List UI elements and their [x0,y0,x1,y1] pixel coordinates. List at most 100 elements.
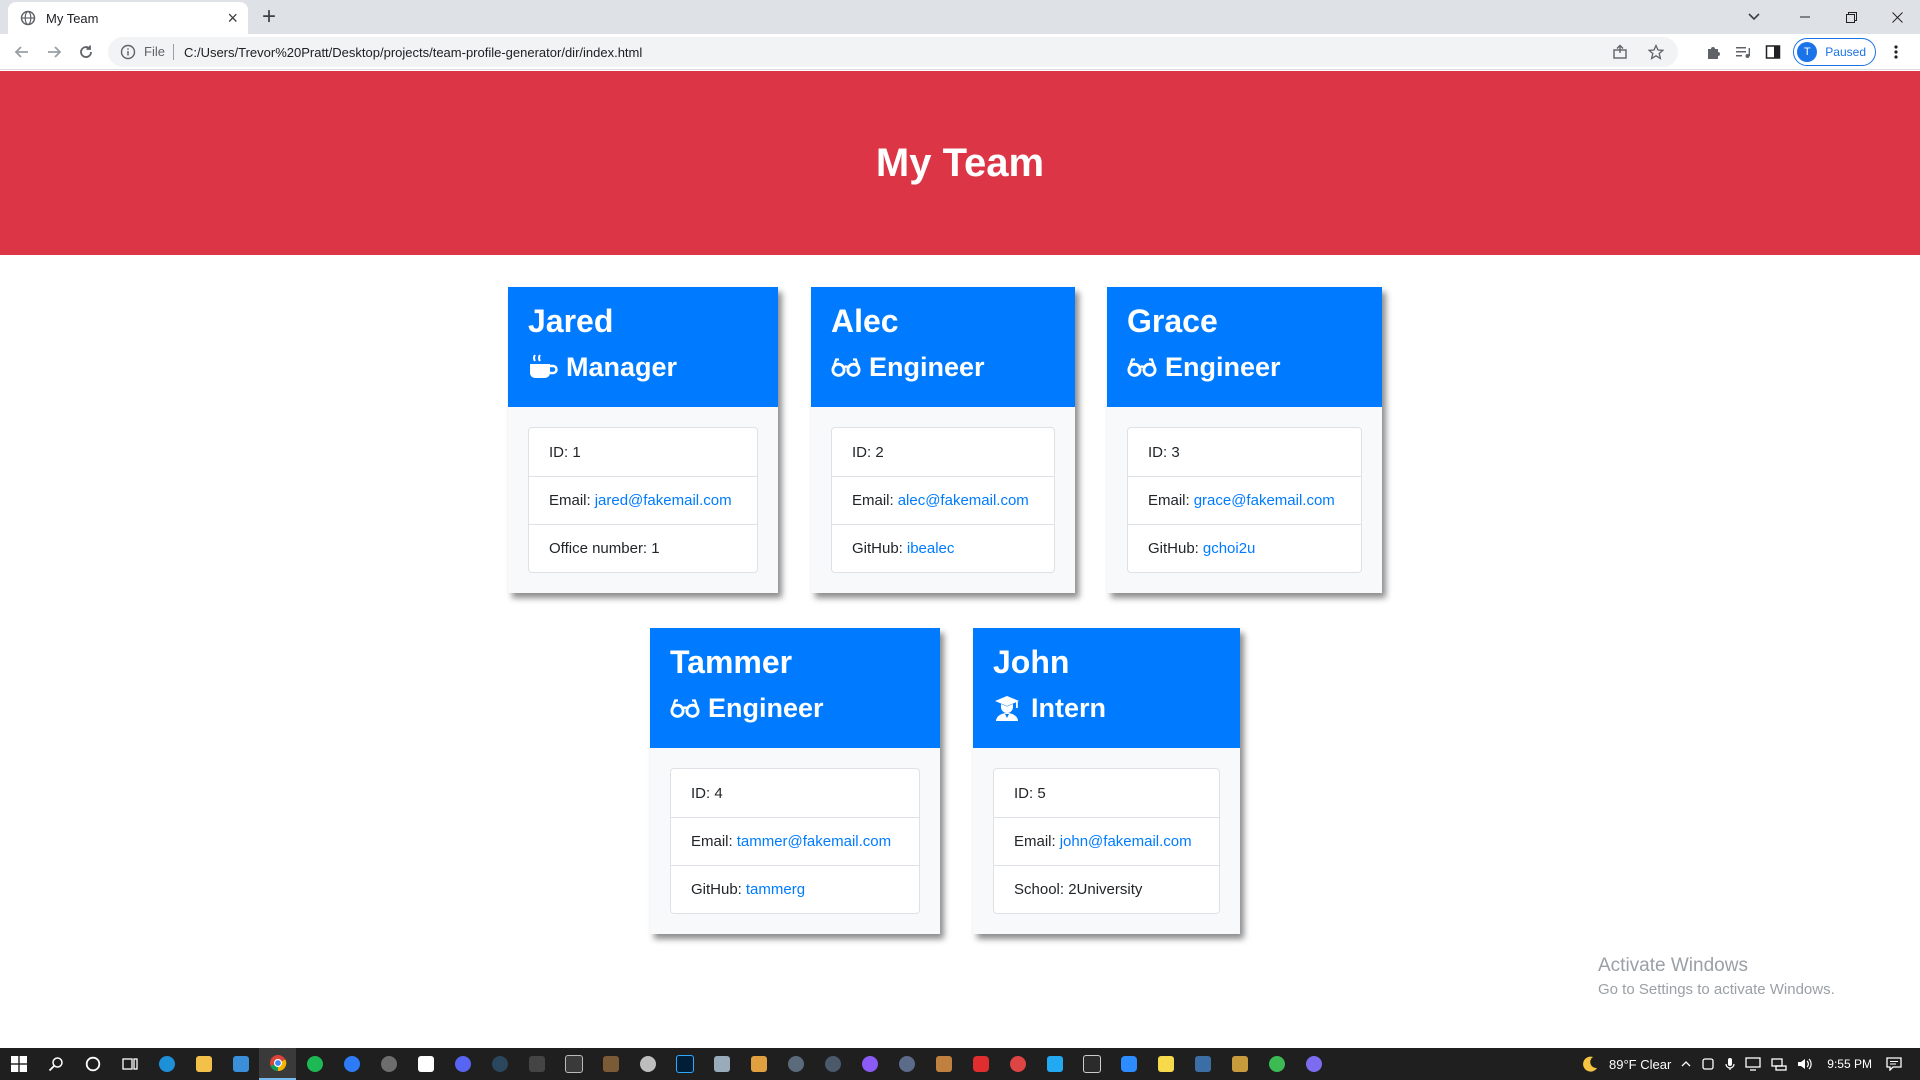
school-row: School: 2University [994,865,1219,913]
close-window-icon[interactable] [1874,0,1920,34]
member-role: Engineer [831,349,1055,385]
app-icon[interactable] [370,1048,407,1080]
extensions-puzzle-icon[interactable] [1703,42,1723,62]
photoshop-icon[interactable] [666,1048,703,1080]
terminal-icon[interactable] [1073,1048,1110,1080]
app-icon[interactable] [777,1048,814,1080]
github-link[interactable]: ibealec [907,540,955,557]
weather-moon-icon[interactable] [1581,1055,1599,1073]
role-label: Engineer [708,693,824,723]
email-row: Email: tammer@fakemail.com [671,817,919,865]
windows-start-icon[interactable] [0,1048,37,1080]
more-menu-icon[interactable] [1886,42,1906,62]
reload-icon[interactable] [74,40,98,64]
new-tab-button[interactable]: + [262,3,276,31]
edge-icon[interactable] [148,1048,185,1080]
app-icon[interactable] [1221,1048,1258,1080]
tray-app-icon[interactable] [1701,1057,1715,1071]
app-icon[interactable] [1295,1048,1332,1080]
chrome-icon[interactable] [259,1048,296,1080]
team-card-alec: Alec Engineer ID: 2 Email: alec@fakemail… [811,287,1075,593]
share-icon[interactable] [1610,42,1630,62]
team-card-john: John Intern ID: 5 Email: john@fakemail.c… [973,628,1240,934]
notifications-icon[interactable] [1886,1057,1902,1071]
email-link[interactable]: alec@fakemail.com [898,492,1029,509]
browser-tab[interactable]: My Team × [8,2,248,34]
address-bar[interactable]: File C:/Users/Trevor%20Pratt/Desktop/pro… [108,37,1678,67]
github-link[interactable]: gchoi2u [1203,540,1256,557]
page-header: My Team [0,71,1920,255]
media-player-icon[interactable] [333,1048,370,1080]
app-icon[interactable] [888,1048,925,1080]
email-label: Email: [691,833,733,850]
forward-arrow-icon[interactable] [42,40,66,64]
role-label: Engineer [869,352,985,382]
display-icon[interactable] [1745,1057,1761,1071]
card-header: Grace Engineer [1107,287,1382,407]
media-queue-icon[interactable] [1733,42,1753,62]
app-icon[interactable] [407,1048,444,1080]
card-body: ID: 5 Email: john@fakemail.com School: 2… [973,748,1240,934]
network-icon[interactable] [1771,1057,1787,1071]
app-icon[interactable] [703,1048,740,1080]
weather-text[interactable]: 89°F Clear [1609,1057,1671,1072]
app-icon[interactable] [851,1048,888,1080]
clock-time[interactable]: 9:55 PM [1827,1057,1872,1071]
restore-icon[interactable] [1828,0,1874,34]
task-view-icon[interactable] [111,1048,148,1080]
app-icon[interactable] [814,1048,851,1080]
close-tab-icon[interactable]: × [227,9,238,27]
system-tray: 89°F Clear 9:55 PM [1581,1048,1920,1080]
tab-title: My Team [46,10,99,26]
side-panel-icon[interactable] [1763,42,1783,62]
vscode-icon[interactable] [1036,1048,1073,1080]
store-icon[interactable] [222,1048,259,1080]
role-label: Manager [566,352,678,382]
email-link[interactable]: grace@fakemail.com [1194,492,1335,509]
email-row: Email: grace@fakemail.com [1128,476,1361,524]
profile-button[interactable]: T Paused [1793,38,1876,66]
sticky-notes-icon[interactable] [1147,1048,1184,1080]
team-card-tammer: Tammer Engineer ID: 4 Email: tammer@fake… [650,628,940,934]
back-arrow-icon[interactable] [10,40,34,64]
discord-icon[interactable] [444,1048,481,1080]
calculator-icon[interactable] [555,1048,592,1080]
app-icon[interactable] [740,1048,777,1080]
microphone-icon[interactable] [1725,1057,1735,1071]
volume-icon[interactable] [1797,1057,1813,1071]
github-label: GitHub: [691,881,742,898]
cortana-icon[interactable] [74,1048,111,1080]
app-icon[interactable] [999,1048,1036,1080]
url-text[interactable]: C:/Users/Trevor%20Pratt/Desktop/projects… [184,45,1610,60]
minecraft-icon[interactable] [592,1048,629,1080]
app-icon[interactable] [925,1048,962,1080]
role-label: Engineer [1165,352,1281,382]
search-icon[interactable] [37,1048,74,1080]
show-hidden-icons-chevron-icon[interactable] [1681,1061,1691,1067]
team-card-jared: Jared Manager ID: 1 Email: jared@fakemai… [508,287,778,593]
spotify-icon[interactable] [296,1048,333,1080]
app-icon[interactable] [1184,1048,1221,1080]
minimize-icon[interactable] [1782,0,1828,34]
app-icon[interactable] [518,1048,555,1080]
profile-status: Paused [1825,45,1866,59]
zoom-icon[interactable] [1110,1048,1147,1080]
site-info-icon[interactable] [120,44,136,60]
github-link[interactable]: tammerg [746,881,805,898]
steam-icon[interactable] [481,1048,518,1080]
email-link[interactable]: jared@fakemail.com [595,492,732,509]
glasses-icon [670,694,700,722]
file-explorer-icon[interactable] [185,1048,222,1080]
url-scheme-label: File [144,44,174,60]
email-label: Email: [1148,492,1190,509]
info-list: ID: 4 Email: tammer@fakemail.com GitHub:… [670,768,920,914]
email-link[interactable]: john@fakemail.com [1060,833,1192,850]
app-icon[interactable] [1258,1048,1295,1080]
email-link[interactable]: tammer@fakemail.com [737,833,891,850]
team-card-grace: Grace Engineer ID: 3 Email: grace@fakema… [1107,287,1382,593]
card-header: John Intern [973,628,1240,748]
tab-search-chevron-icon[interactable] [1736,0,1772,34]
settings-gear-icon[interactable] [629,1048,666,1080]
bookmark-star-icon[interactable] [1646,42,1666,62]
app-icon[interactable] [962,1048,999,1080]
